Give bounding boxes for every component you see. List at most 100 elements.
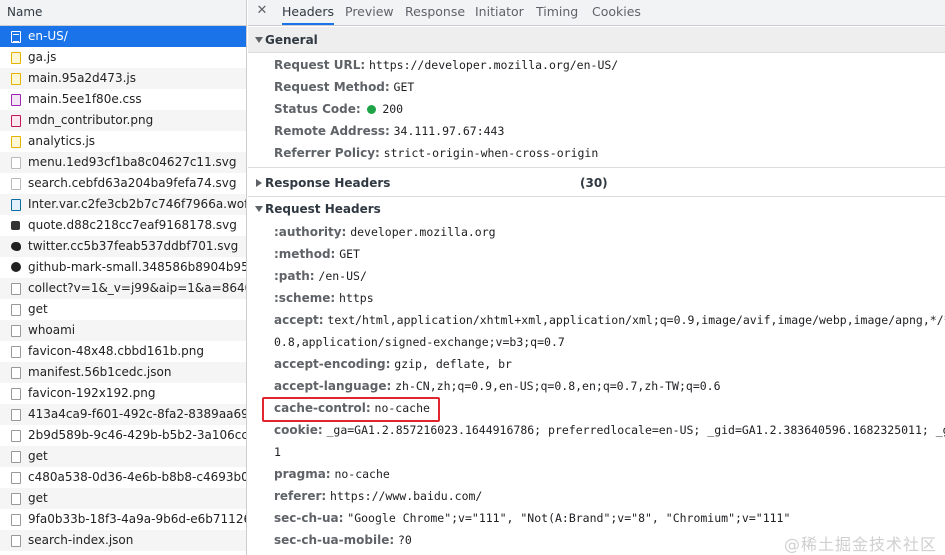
request-name: Inter.var.c2fe3cb2b7c746f7966a.woff2 <box>28 197 246 211</box>
request-header-row: 1 <box>274 441 281 463</box>
tab-initiator[interactable]: Initiator <box>475 0 524 25</box>
request-headers-title: Request Headers <box>265 202 381 216</box>
request-row[interactable]: main.5ee1f80e.css <box>0 89 246 110</box>
request-row[interactable]: github-mark-small.348586b8904b950b... <box>0 257 246 278</box>
blank-icon <box>11 325 21 337</box>
request-name: en-US/ <box>28 29 68 43</box>
svg-icon <box>11 178 21 190</box>
request-name: mdn_contributor.png <box>28 113 154 127</box>
blank-icon <box>11 409 21 421</box>
header-key: referer: <box>274 489 327 503</box>
header-value: strict-origin-when-cross-origin <box>383 146 599 160</box>
request-name: menu.1ed93cf1ba8c04627c11.svg <box>28 155 237 169</box>
general-row-remote-address: Remote Address: 34.111.97.67:443 <box>274 120 504 142</box>
header-value: _ga=GA1.2.857216023.1644916786; preferre… <box>326 423 945 437</box>
svg-icon <box>11 157 21 169</box>
request-name: get <box>28 449 48 463</box>
request-name: quote.d88c218cc7eaf9168178.svg <box>28 218 237 232</box>
request-row[interactable]: collect?v=1&_v=j99&aip=1&a=86408... <box>0 278 246 299</box>
request-row[interactable]: ga.js <box>0 47 246 68</box>
request-row[interactable]: 413a4ca9-f601-492c-8fa2-8389aa69b5... <box>0 404 246 425</box>
request-row[interactable]: favicon-192x192.png <box>0 383 246 404</box>
close-icon[interactable]: ✕ <box>255 4 269 18</box>
request-row[interactable]: en-US/ <box>0 26 246 47</box>
response-headers-title: Response Headers <box>265 176 391 190</box>
general-section-header[interactable]: General <box>248 27 945 53</box>
request-name: collect?v=1&_v=j99&aip=1&a=86408... <box>28 281 246 295</box>
header-value: text/html,application/xhtml+xml,applicat… <box>327 313 945 327</box>
request-row[interactable]: 9fa0b33b-18f3-4a9a-9b6d-e6b71126cf... <box>0 509 246 530</box>
request-row[interactable]: 2b9d589b-9c46-429b-b5b2-3a106cc9f... <box>0 425 246 446</box>
header-value: https <box>339 291 374 305</box>
request-header-row: accept-language: zh-CN,zh;q=0.9,en-US;q=… <box>274 375 721 397</box>
header-key: Status Code: <box>274 102 361 116</box>
request-row[interactable]: Inter.var.c2fe3cb2b7c746f7966a.woff2 <box>0 194 246 215</box>
general-row-request-method: Request Method: GET <box>274 76 414 98</box>
header-key: Request URL: <box>274 58 366 72</box>
tab-preview[interactable]: Preview <box>345 0 394 25</box>
request-header-row: accept-encoding: gzip, deflate, br <box>274 353 512 375</box>
header-key: sec-ch-ua: <box>274 511 344 525</box>
header-key: Request Method: <box>274 80 390 94</box>
request-header-row: cookie: _ga=GA1.2.857216023.1644916786; … <box>274 419 945 441</box>
blank-icon <box>11 283 21 295</box>
header-value: 200 <box>382 102 404 116</box>
response-headers-count: (30) <box>580 176 608 190</box>
request-row[interactable]: twitter.cc5b37feab537ddbf701.svg <box>0 236 246 257</box>
request-row[interactable]: c480a538-0d36-4e6b-b8b8-c4693b0a... <box>0 467 246 488</box>
header-value: /en-US/ <box>318 269 367 283</box>
request-list-panel: Name en-US/ga.js main.95a2d473.js main.5ee… <box>0 0 247 555</box>
request-name: main.5ee1f80e.css <box>28 92 142 106</box>
github-icon <box>11 262 21 272</box>
header-key: cookie: <box>274 423 323 437</box>
header-key: :authority: <box>274 225 347 239</box>
request-row[interactable]: get <box>0 446 246 467</box>
request-name: 2b9d589b-9c46-429b-b5b2-3a106cc9f... <box>28 428 246 442</box>
blank-icon <box>11 472 21 484</box>
request-row[interactable]: search-index.json <box>0 530 246 551</box>
tab-response[interactable]: Response <box>405 0 465 25</box>
request-row[interactable]: favicon-48x48.cbbd161b.png <box>0 341 246 362</box>
header-key: :method: <box>274 247 336 261</box>
js-icon <box>11 52 21 64</box>
request-row[interactable]: analytics.js <box>0 131 246 152</box>
blank-icon <box>11 367 21 379</box>
request-name: favicon-48x48.cbbd161b.png <box>28 344 204 358</box>
request-name: search.cebfd63a204ba9fefa74.svg <box>28 176 237 190</box>
request-row[interactable]: menu.1ed93cf1ba8c04627c11.svg <box>0 152 246 173</box>
request-header-row: pragma: no-cache <box>274 463 390 485</box>
header-value: GET <box>393 80 415 94</box>
header-key: Referrer Policy: <box>274 146 380 160</box>
request-name: github-mark-small.348586b8904b950b... <box>28 260 246 274</box>
request-row[interactable]: get <box>0 299 246 320</box>
request-detail-panel: ✕ Headers Preview Response Initiator Tim… <box>248 0 945 555</box>
header-value: GET <box>339 247 360 261</box>
name-column-header[interactable]: Name <box>0 0 246 26</box>
tab-timing[interactable]: Timing <box>536 0 578 25</box>
header-value: 34.111.97.67:443 <box>393 124 505 138</box>
request-row[interactable]: get <box>0 488 246 509</box>
header-value: "Google Chrome";v="111", "Not(A:Brand";v… <box>347 511 791 525</box>
request-name: whoami <box>28 323 76 337</box>
tab-headers[interactable]: Headers <box>282 0 335 25</box>
request-row[interactable]: search.cebfd63a204ba9fefa74.svg <box>0 173 246 194</box>
highlight-box <box>262 397 440 422</box>
watermark: @稀土掘金技术社区 <box>783 535 937 554</box>
request-name: c480a538-0d36-4e6b-b8b8-c4693b0a... <box>28 470 246 484</box>
request-row[interactable]: quote.d88c218cc7eaf9168178.svg <box>0 215 246 236</box>
tab-cookies[interactable]: Cookies <box>592 0 641 25</box>
request-header-row: :method: GET <box>274 243 360 265</box>
js-icon <box>11 73 21 85</box>
request-row[interactable]: mdn_contributor.png <box>0 110 246 131</box>
collapse-triangle-icon <box>255 37 263 43</box>
css-icon <box>11 94 21 106</box>
section-divider <box>248 167 945 168</box>
request-row[interactable]: main.95a2d473.js <box>0 68 246 89</box>
general-row-referrer-policy: Referrer Policy: strict-origin-when-cros… <box>274 142 598 164</box>
png-icon <box>11 115 21 127</box>
request-row[interactable]: manifest.56b1cedc.json <box>0 362 246 383</box>
request-header-row: :scheme: https <box>274 287 374 309</box>
request-row[interactable]: whoami <box>0 320 246 341</box>
request-header-row: 0.8,application/signed-exchange;v=b3;q=0… <box>274 331 565 353</box>
header-value: https://www.baidu.com/ <box>330 489 483 503</box>
